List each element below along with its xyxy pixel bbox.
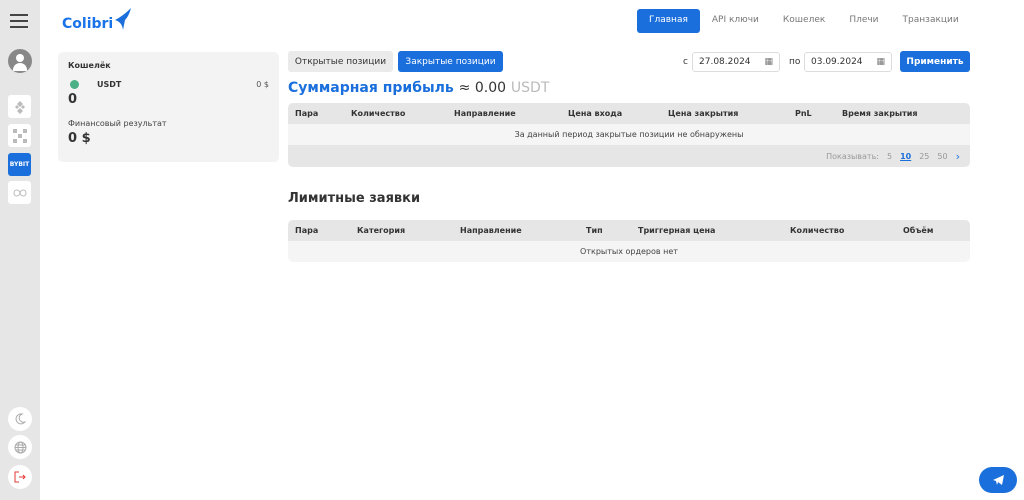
page-size-5[interactable]: 5 — [887, 152, 892, 161]
date-from-value: 27.08.2024 — [699, 57, 751, 67]
logo-text: Colibri — [62, 16, 114, 32]
empty-message: Открытых ордеров нет — [580, 247, 678, 256]
summary-value: ≈ 0.00 — [458, 80, 507, 96]
logout-icon[interactable] — [8, 465, 32, 489]
hummingbird-icon — [115, 8, 132, 30]
col-type: Тип — [586, 226, 603, 235]
wallet-title: Кошелёк — [68, 61, 111, 70]
nav-leverage[interactable]: Плечи — [837, 9, 890, 33]
col-category: Категория — [357, 226, 406, 235]
col-direction: Направление — [454, 109, 516, 118]
telegram-icon — [992, 475, 1004, 485]
col-entry-price: Цена входа — [568, 109, 623, 118]
col-trigger-price: Триггерная цена — [638, 226, 716, 235]
page-size-50[interactable]: 50 — [937, 152, 947, 161]
nav-transactions[interactable]: Транзакции — [891, 9, 971, 33]
wallet-card: Кошелёк USDT 0 $ 0 Финансовый результат … — [58, 52, 279, 162]
page-size-10[interactable]: 10 — [900, 152, 911, 161]
empty-message: За данный период закрытые позиции не обн… — [514, 130, 744, 139]
date-from-input[interactable]: 27.08.2024 ▦ — [692, 52, 780, 72]
col-quantity: Количество — [351, 109, 406, 118]
binance-icon[interactable] — [8, 95, 31, 118]
sidebar: BYBIT — [0, 0, 40, 500]
fin-result-label: Финансовый результат — [68, 119, 167, 128]
tab-closed-positions[interactable]: Закрытые позиции — [398, 51, 503, 72]
logo[interactable]: Colibri — [62, 6, 137, 32]
col-pair: Пара — [295, 226, 319, 235]
summary-label: Суммарная прибыль — [288, 80, 454, 96]
table-header: Пара Количество Направление Цена входа Ц… — [288, 103, 970, 124]
moon-icon[interactable] — [8, 407, 32, 431]
next-page-icon[interactable]: › — [956, 150, 960, 163]
col-close-time: Время закрытия — [842, 109, 918, 118]
globe-icon[interactable] — [8, 435, 32, 459]
nav-api-keys[interactable]: API ключи — [700, 9, 771, 33]
telegram-button[interactable] — [979, 467, 1017, 493]
calendar-icon[interactable]: ▦ — [876, 57, 885, 67]
okx-icon[interactable] — [8, 124, 31, 147]
summary-unit: USDT — [510, 80, 550, 96]
top-nav: Главная API ключи Кошелек Плечи Транзакц… — [637, 9, 971, 33]
date-to-value: 03.09.2024 — [811, 57, 863, 67]
to-label: по — [789, 57, 801, 67]
limit-orders-title: Лимитные заявки — [288, 191, 421, 206]
date-to-input[interactable]: 03.09.2024 ▦ — [804, 52, 892, 72]
nav-wallet[interactable]: Кошелек — [771, 9, 837, 33]
page-size-25[interactable]: 25 — [919, 152, 929, 161]
table-header: Пара Категория Направление Тип Триггерна… — [288, 220, 970, 241]
col-pnl: PnL — [795, 109, 812, 118]
wallet-usd: 0 $ — [256, 80, 269, 89]
status-dot — [70, 80, 79, 89]
col-close-price: Цена закрытия — [668, 109, 739, 118]
limit-orders-table: Пара Категория Направление Тип Триггерна… — [288, 220, 970, 262]
wallet-amount: 0 — [68, 92, 78, 107]
from-label: с — [683, 57, 688, 67]
show-label: Показывать: — [826, 151, 879, 161]
pagination: Показывать: 5 10 25 50 › — [288, 145, 970, 167]
calendar-icon[interactable]: ▦ — [764, 57, 773, 67]
apply-button[interactable]: Применить — [900, 51, 970, 72]
col-direction: Направление — [460, 226, 522, 235]
col-volume: Объём — [903, 226, 934, 235]
avatar[interactable] — [8, 49, 32, 73]
fin-result-value: 0 $ — [68, 131, 91, 146]
nav-home[interactable]: Главная — [637, 9, 700, 33]
tab-open-positions[interactable]: Открытые позиции — [288, 51, 393, 72]
col-pair: Пара — [295, 109, 319, 118]
menu-icon[interactable] — [10, 14, 28, 28]
summary-profit: Суммарная прибыль ≈ 0.00 USDT — [288, 80, 549, 96]
closed-positions-table: Пара Количество Направление Цена входа Ц… — [288, 103, 970, 167]
bybit-icon[interactable]: BYBIT — [8, 153, 31, 176]
wallet-currency: USDT — [97, 80, 122, 89]
col-quantity: Количество — [790, 226, 845, 235]
infinity-icon[interactable] — [8, 181, 31, 204]
